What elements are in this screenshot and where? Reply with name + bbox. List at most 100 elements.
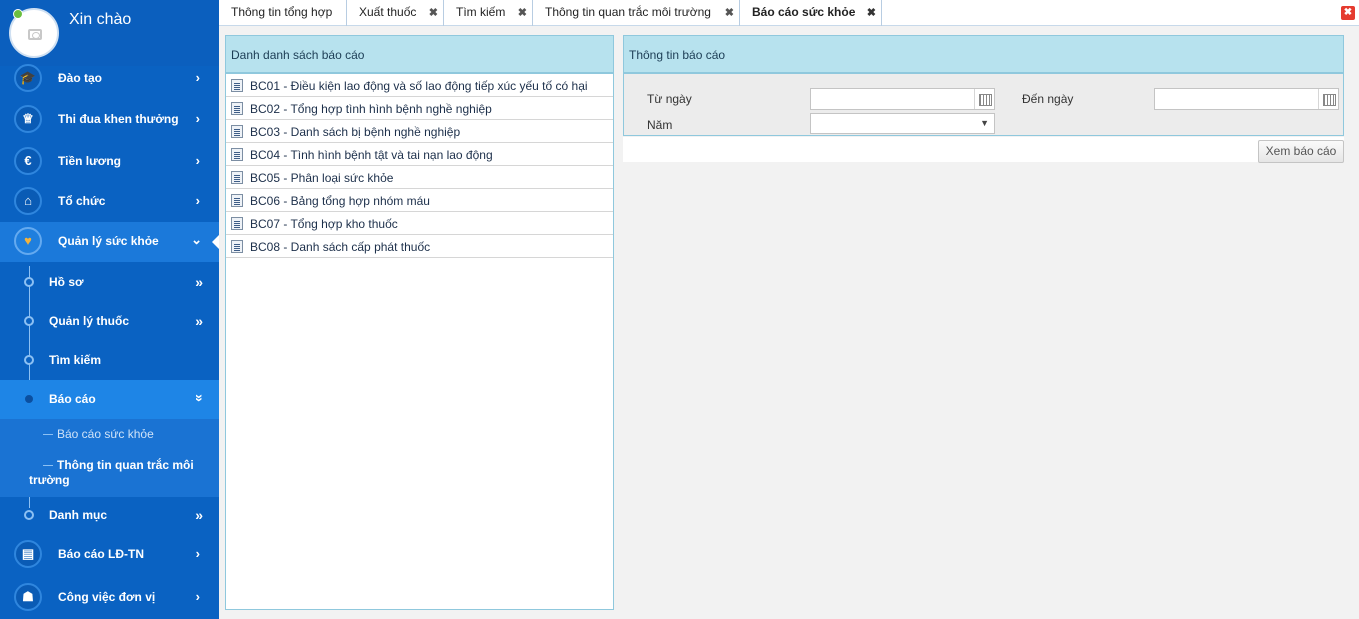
year-label: Năm xyxy=(647,118,673,132)
report-item-label: BC03 - Danh sách bị bệnh nghề nghiệp xyxy=(250,125,461,139)
tab-xuat-thuoc[interactable]: Xuất thuốc ✖ xyxy=(347,0,444,26)
id-card-icon: ▤ xyxy=(14,540,42,568)
calendar-icon[interactable] xyxy=(974,89,994,109)
double-chevron-right-icon: » xyxy=(195,507,203,523)
from-date-input[interactable] xyxy=(810,88,995,110)
double-chevron-right-icon: » xyxy=(195,274,203,290)
sidebar-subsubitem-thong-tin-quan-trac[interactable]: Thông tin quan trắc môi xyxy=(43,458,194,472)
sidebar-item-label: Quản lý sức khỏe xyxy=(58,234,159,248)
report-list-title: Danh danh sách báo cáo xyxy=(226,36,613,74)
sidebar-subsubitem-label: Báo cáo sức khỏe xyxy=(57,427,154,441)
tab-bao-cao-suc-khoe[interactable]: Báo cáo sức khỏe ✖ xyxy=(740,0,882,26)
tab-thong-tin-tong-hop[interactable]: Thông tin tổng hợp xyxy=(219,0,347,26)
sidebar-item-cong-viec-don-vi[interactable]: ☗ Công việc đơn vị › xyxy=(0,578,219,618)
sidebar-item-label: Thi đua khen thưởng xyxy=(58,112,179,126)
sidebar-subitem-tim-kiem[interactable]: Tìm kiếm xyxy=(0,341,219,380)
sidebar-item-label: Báo cáo LĐ-TN xyxy=(58,547,145,561)
chevron-down-icon: ⌄ xyxy=(191,232,202,247)
sidebar-subsubitem-bao-cao-suc-khoe[interactable]: Báo cáo sức khỏe xyxy=(43,427,154,441)
sidebar-item-quan-ly-suc-khoe[interactable]: ♥ Quản lý sức khỏe ⌄ xyxy=(0,222,219,262)
chevron-right-icon: › xyxy=(195,589,200,604)
tab-label: Tìm kiếm xyxy=(456,5,506,19)
report-info-footer xyxy=(623,137,1344,162)
sidebar-subitem-ho-so[interactable]: Hồ sơ » xyxy=(0,263,219,302)
document-icon xyxy=(231,125,243,138)
sidebar-subitem-label: Hồ sơ xyxy=(49,275,84,289)
sidebar-subsubitem-label: trường xyxy=(29,473,70,487)
tree-dash xyxy=(43,434,53,436)
close-tab-icon[interactable]: ✖ xyxy=(725,6,734,19)
sidebar-item-bao-cao-ld-tn[interactable]: ▤ Báo cáo LĐ-TN › xyxy=(0,535,219,575)
double-chevron-right-icon: » xyxy=(195,313,203,329)
user-header: Xin chào xyxy=(0,0,219,66)
tree-node-icon xyxy=(25,395,33,403)
report-list-item[interactable]: BC03 - Danh sách bị bệnh nghề nghiệp xyxy=(226,120,613,143)
main-content: Danh danh sách báo cáo BC01 - Điều kiện … xyxy=(219,27,1359,619)
dropdown-arrow-icon: ▼ xyxy=(980,118,989,128)
report-item-label: BC04 - Tình hình bệnh tật và tai nạn lao… xyxy=(250,148,493,162)
chevron-right-icon: › xyxy=(195,70,200,85)
sidebar-subsubitem-label: Thông tin quan trắc môi xyxy=(57,458,194,472)
report-list-item[interactable]: BC07 - Tổng hợp kho thuốc xyxy=(226,212,613,235)
sidebar-item-label: Tổ chức xyxy=(58,194,106,208)
report-list-item[interactable]: BC06 - Bảng tổng hợp nhóm máu xyxy=(226,189,613,212)
online-status-icon xyxy=(13,9,23,19)
sidebar-item-dao-tao[interactable]: 🎓 Đào tạo › xyxy=(0,59,219,99)
tab-tim-kiem[interactable]: Tìm kiếm ✖ xyxy=(444,0,533,26)
sidebar-subitem-quan-ly-thuoc[interactable]: Quản lý thuốc » xyxy=(0,302,219,341)
document-icon xyxy=(231,171,243,184)
sidebar-subitem-danh-muc[interactable]: Danh mục » xyxy=(0,496,219,535)
sidebar-subsubitem-thong-tin-quan-trac-line2[interactable]: trường xyxy=(29,473,70,487)
report-item-label: BC08 - Danh sách cấp phát thuốc xyxy=(250,240,431,254)
report-list-item[interactable]: BC08 - Danh sách cấp phát thuốc xyxy=(226,235,613,258)
sidebar-subitem-label: Báo cáo xyxy=(49,392,96,406)
report-list-item[interactable]: BC02 - Tổng hợp tình hình bệnh nghề nghi… xyxy=(226,97,613,120)
tree-node-icon xyxy=(24,316,34,326)
sidebar-item-thi-dua-khen-thuong[interactable]: ♕ Thi đua khen thưởng › xyxy=(0,100,219,140)
sidebar-item-tien-luong[interactable]: € Tiền lương › xyxy=(0,142,219,182)
view-report-button[interactable]: Xem báo cáo xyxy=(1258,140,1344,163)
document-icon xyxy=(231,217,243,230)
report-list-item[interactable]: BC05 - Phân loại sức khỏe xyxy=(226,166,613,189)
sidebar-item-label: Công việc đơn vị xyxy=(58,590,156,604)
sidebar-subitem-label: Danh mục xyxy=(49,508,108,522)
close-tab-icon[interactable]: ✖ xyxy=(518,6,527,19)
document-icon xyxy=(231,148,243,161)
from-date-label: Từ ngày xyxy=(647,92,692,106)
document-icon xyxy=(231,102,243,115)
tab-label: Thông tin quan trắc môi trường xyxy=(545,5,711,19)
report-list-item[interactable]: BC01 - Điều kiện lao động và số lao động… xyxy=(226,74,613,97)
tab-bar: Thông tin tổng hợp Xuất thuốc ✖ Tìm kiếm… xyxy=(219,0,1359,26)
sidebar-item-label: Đào tạo xyxy=(58,71,103,85)
report-info-panel: Thông tin báo cáo Từ ngày Đến ngày Năm ▼ xyxy=(623,35,1344,136)
close-tab-icon[interactable]: ✖ xyxy=(429,6,438,19)
tab-thong-tin-quan-trac-moi-truong[interactable]: Thông tin quan trắc môi trường ✖ xyxy=(533,0,740,26)
close-tab-icon[interactable]: ✖ xyxy=(867,6,876,19)
report-list: BC01 - Điều kiện lao động và số lao động… xyxy=(226,74,613,258)
sidebar-subitem-label: Tìm kiếm xyxy=(49,353,102,367)
report-list-item[interactable]: BC04 - Tình hình bệnh tật và tai nạn lao… xyxy=(226,143,613,166)
tab-label: Báo cáo sức khỏe xyxy=(752,5,856,19)
report-item-label: BC02 - Tổng hợp tình hình bệnh nghề nghi… xyxy=(250,102,492,116)
chevron-right-icon: › xyxy=(195,153,200,168)
document-icon xyxy=(231,240,243,253)
report-item-label: BC07 - Tổng hợp kho thuốc xyxy=(250,217,398,231)
to-date-input[interactable] xyxy=(1154,88,1339,110)
year-select[interactable]: ▼ xyxy=(810,113,995,134)
report-submenu: Báo cáo sức khỏe Thông tin quan trắc môi… xyxy=(0,419,219,497)
calendar-icon[interactable] xyxy=(1318,89,1338,109)
report-list-panel: Danh danh sách báo cáo BC01 - Điều kiện … xyxy=(225,35,614,610)
document-icon xyxy=(231,194,243,207)
bank-icon: ⌂ xyxy=(14,187,42,215)
double-chevron-down-icon: » xyxy=(192,394,209,402)
sidebar-subitem-bao-cao[interactable]: Báo cáo » xyxy=(0,380,219,419)
report-info-title: Thông tin báo cáo xyxy=(624,36,1343,74)
chevron-right-icon: › xyxy=(195,193,200,208)
sidebar-item-to-chuc[interactable]: ⌂ Tổ chức › xyxy=(0,182,219,222)
report-item-label: BC06 - Bảng tổng hợp nhóm máu xyxy=(250,194,430,208)
close-all-tabs-icon[interactable]: ✖ xyxy=(1341,6,1355,20)
greeting: Xin chào xyxy=(69,11,132,28)
document-icon xyxy=(231,79,243,92)
graduation-cap-icon: 🎓 xyxy=(14,64,42,92)
sidebar-subitem-label: Quản lý thuốc xyxy=(49,314,130,328)
